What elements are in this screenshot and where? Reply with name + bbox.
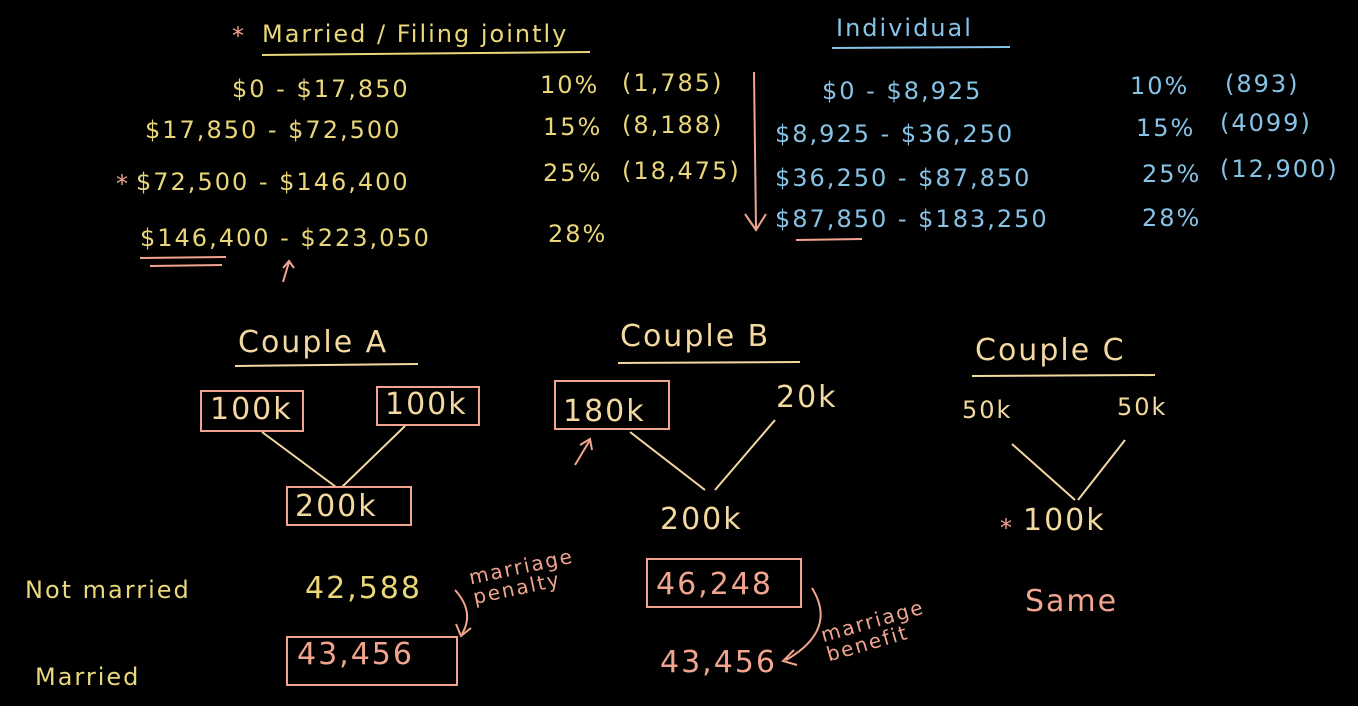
married-range-4: $146,400 - $223,050 <box>140 224 431 252</box>
individual-title-underline <box>831 46 1011 49</box>
married-star: * <box>232 22 246 50</box>
individual-rate-3: 25% <box>1142 160 1202 188</box>
married-range-1: $0 - $17,850 <box>232 75 410 103</box>
couple-a-title: Couple A <box>238 325 389 360</box>
couple-c-title: Couple C <box>975 333 1126 368</box>
individual-range-4: $87,850 - $183,250 <box>775 205 1049 233</box>
couple-b-married-tax: 43,456 <box>660 645 777 680</box>
individual-rate-2: 15% <box>1136 114 1196 142</box>
married-star-3: * <box>116 170 130 198</box>
couple-b-title: Couple B <box>620 319 771 354</box>
couple-c-total: 100k <box>1023 503 1106 538</box>
row-label-not-married: Not married <box>25 576 191 604</box>
couple-a-total-box <box>286 486 412 526</box>
couple-b-income-2: 20k <box>776 380 838 415</box>
married-rate-3: 25% <box>543 159 603 187</box>
couple-b-income-1-box <box>554 380 670 430</box>
married-tax-3: (18,475) <box>622 157 741 185</box>
down-arrow-line <box>753 71 757 229</box>
couple-a-married-box <box>286 636 458 686</box>
individual-tax-1: (893) <box>1225 70 1300 98</box>
married-range-3: $72,500 - $146,400 <box>136 168 410 196</box>
individual-title: Individual <box>836 14 973 42</box>
underline-146400 <box>139 256 227 259</box>
couple-c-star: * <box>1000 514 1014 542</box>
couple-b-not-married-box <box>646 558 802 608</box>
married-rate-4: 28% <box>548 220 608 248</box>
couple-a-not-married-tax: 42,588 <box>305 571 422 606</box>
row-label-married: Married <box>35 663 141 691</box>
couple-b-total: 200k <box>660 502 743 537</box>
individual-range-1: $0 - $8,925 <box>822 77 983 105</box>
married-rate-1: 10% <box>540 71 600 99</box>
married-tax-2: (8,188) <box>622 111 724 139</box>
individual-rate-4: 28% <box>1142 204 1202 232</box>
married-title: Married / Filing jointly <box>262 20 569 48</box>
married-range-2: $17,850 - $72,500 <box>145 116 402 144</box>
individual-tax-3: (12,900) <box>1220 155 1339 183</box>
married-title-underline <box>261 51 591 56</box>
married-rate-2: 15% <box>543 113 603 141</box>
couple-c-income-1: 50k <box>962 396 1013 424</box>
individual-range-3: $36,250 - $87,850 <box>775 164 1032 192</box>
individual-range-2: $8,925 - $36,250 <box>775 120 1015 148</box>
couple-a-income-1-box <box>200 390 304 432</box>
individual-rate-1: 10% <box>1130 72 1190 100</box>
married-tax-1: (1,785) <box>622 69 724 97</box>
couple-c-income-2: 50k <box>1117 393 1168 421</box>
individual-tax-2: (4099) <box>1220 109 1312 137</box>
couple-c-same-note: Same <box>1025 584 1119 619</box>
couple-a-income-2-box <box>376 386 480 426</box>
underline-87850 <box>795 238 863 241</box>
